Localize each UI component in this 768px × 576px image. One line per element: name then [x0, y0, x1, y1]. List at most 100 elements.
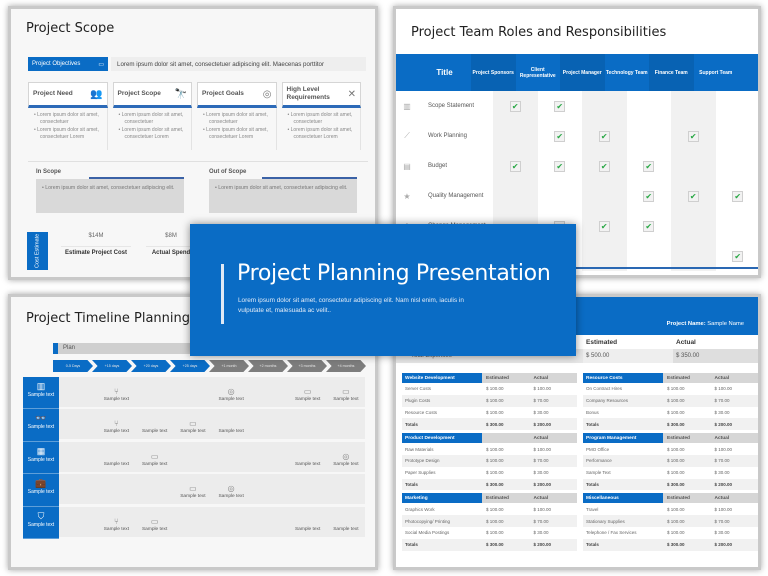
check-cell[interactable]: ✔: [627, 181, 672, 211]
check-cell[interactable]: ✔: [582, 211, 627, 241]
row-estimated: $ 100.00: [667, 398, 685, 404]
check-cell[interactable]: [493, 121, 538, 151]
timeline-cell: ▭ Sample text: [327, 377, 365, 407]
title-card[interactable]: Project Planning Presentation Lorem ipsu…: [190, 224, 576, 356]
check-cell[interactable]: [627, 121, 672, 151]
in-scope-bullet: Lorem ipsum dolor sit amet, consectetuer…: [45, 185, 175, 191]
checkmark-icon[interactable]: ✔: [732, 190, 744, 202]
row-label: Stationary Supplies: [586, 518, 625, 524]
row-estimated: $ 100.00: [667, 506, 685, 512]
checkmark-icon[interactable]: ✔: [554, 100, 566, 112]
scope-cards: Project Need 👥 • Lorem ipsum dolor sit ame…: [28, 82, 362, 150]
check-cell[interactable]: ✔: [538, 91, 583, 121]
timeline-cell: [250, 474, 288, 504]
check-cell[interactable]: ✔: [582, 151, 627, 181]
checkmark-icon[interactable]: ✔: [598, 130, 610, 142]
check-cell[interactable]: ✔: [538, 121, 583, 151]
sidebar-label: Sample text: [27, 456, 55, 463]
check-cell[interactable]: ✔: [716, 181, 759, 211]
timeline-cell: [59, 507, 97, 537]
checkmark-icon[interactable]: ✔: [598, 160, 610, 172]
checkmark-icon[interactable]: ✔: [732, 250, 744, 262]
row-label: Prototype Design: [405, 458, 440, 464]
out-scope-text: • Lorem ipsum dolor sit amet, consectetu…: [209, 179, 357, 213]
estimated-header: [482, 433, 530, 444]
check-cell[interactable]: ✔: [582, 121, 627, 151]
table-row: ★ Quality Management ✔ ✔ ✔: [396, 181, 759, 211]
cost-label: Estimate Project Cost: [61, 246, 131, 256]
table-header: Resource Costs Estimated Actual: [583, 373, 758, 383]
row-actual: $ 100.00: [714, 446, 733, 452]
totals-actual: $ 200.00: [714, 481, 733, 487]
row-label: Bonus: [586, 409, 599, 415]
totals-estimated: $ 300.00: [667, 542, 685, 548]
table-header: Website Development Estimated Actual: [402, 373, 577, 383]
checkmark-icon[interactable]: ✔: [687, 190, 699, 202]
sidebar-item: ▥ Sample text: [23, 377, 59, 410]
row-estimated: $ 100.00: [667, 470, 685, 476]
check-cell[interactable]: ✔: [671, 181, 716, 211]
in-scope-box: In Scope • Lorem ipsum dolor sit amet, c…: [36, 169, 184, 213]
row-estimated: $ 100.00: [667, 518, 685, 524]
check-cell[interactable]: ✔: [538, 151, 583, 181]
row-actual: $ 70.00: [533, 458, 549, 464]
milestone-chevron: +25 days: [170, 360, 210, 372]
check-cell[interactable]: [627, 91, 672, 121]
check-cell[interactable]: [716, 91, 759, 121]
actual-header: Actual: [529, 373, 577, 383]
shield-icon: ⛉: [37, 510, 45, 521]
project-name-value: Sample Name: [707, 321, 744, 327]
check-cell[interactable]: [716, 151, 759, 181]
checkmark-icon[interactable]: ✔: [554, 160, 566, 172]
check-cell[interactable]: ✔: [671, 121, 716, 151]
budget-tables: Website Development Estimated Actual Server…: [402, 373, 758, 551]
slide-title: Project Timeline Planning: [26, 311, 191, 326]
check-cell[interactable]: [716, 121, 759, 151]
bullet-item: • Lorem ipsum dolor sit amet, consectetu…: [118, 112, 184, 125]
check-cell[interactable]: ✔: [627, 151, 672, 181]
timeline-grid: ⑂ Sample text ◎ Sample text ▭ Sample text ▭ Sam…: [59, 377, 365, 539]
bullet-item: • Lorem ipsum dolor sit amet, consectetu…: [203, 112, 268, 125]
row-title: Budget: [428, 163, 448, 169]
bullet-text: Lorem ipsum dolor sit amet, consectetuer…: [290, 127, 353, 140]
checkmark-icon[interactable]: ✔: [643, 220, 655, 232]
check-cell[interactable]: ✔: [493, 151, 538, 181]
check-cell[interactable]: [582, 181, 627, 211]
checkmark-icon[interactable]: ✔: [509, 100, 521, 112]
table-row: Graphics Work $ 100.00 $ 100.00: [402, 503, 577, 515]
check-cell[interactable]: [582, 91, 627, 121]
check-cell[interactable]: [671, 211, 716, 241]
bullet-item: • Lorem ipsum dolor sit amet, consectetu…: [118, 127, 184, 140]
workflow-icon: ⑂: [113, 516, 119, 526]
check-cell[interactable]: [493, 181, 538, 211]
check-cell[interactable]: [671, 151, 716, 181]
table-row: Stationary Supplies $ 100.00 $ 70.00: [583, 515, 758, 527]
milestone-chevron: +20 days: [131, 360, 171, 372]
column-header: Client Representative: [519, 66, 556, 79]
checkmark-icon[interactable]: ✔: [643, 190, 655, 202]
check-cell[interactable]: [716, 211, 759, 241]
timeline-cell: [97, 474, 135, 504]
check-cell[interactable]: ✔: [627, 211, 672, 241]
checkmark-icon[interactable]: ✔: [554, 130, 566, 142]
milestone-chevron: +2 months: [248, 360, 288, 372]
checkmark-icon[interactable]: ✔: [687, 130, 699, 142]
column-header: Technology Team: [605, 69, 648, 76]
timeline-cell: Sample text: [327, 507, 365, 537]
totals-label: Totals: [586, 481, 599, 487]
checkmark-icon[interactable]: ✔: [643, 160, 655, 172]
checkmark-icon[interactable]: ✔: [509, 160, 521, 172]
actual-header: Actual: [529, 493, 577, 504]
checkmark-icon[interactable]: ✔: [598, 220, 610, 232]
totals-row: Totals $ 300.00 $ 200.00: [583, 478, 758, 491]
check-cell[interactable]: [538, 181, 583, 211]
totals-actual: $ 200.00: [533, 542, 552, 548]
check-cell[interactable]: ✔: [493, 91, 538, 121]
budget-table: Website Development Estimated Actual Server…: [402, 373, 577, 431]
milestone-chevron: +1 month: [209, 360, 249, 372]
row-label: Paper Supplies: [405, 470, 436, 476]
table-name: Miscellaneous: [583, 493, 663, 504]
check-cell[interactable]: [671, 91, 716, 121]
row-label: Sample Text: [586, 470, 611, 476]
timeline-cell: [174, 377, 212, 407]
